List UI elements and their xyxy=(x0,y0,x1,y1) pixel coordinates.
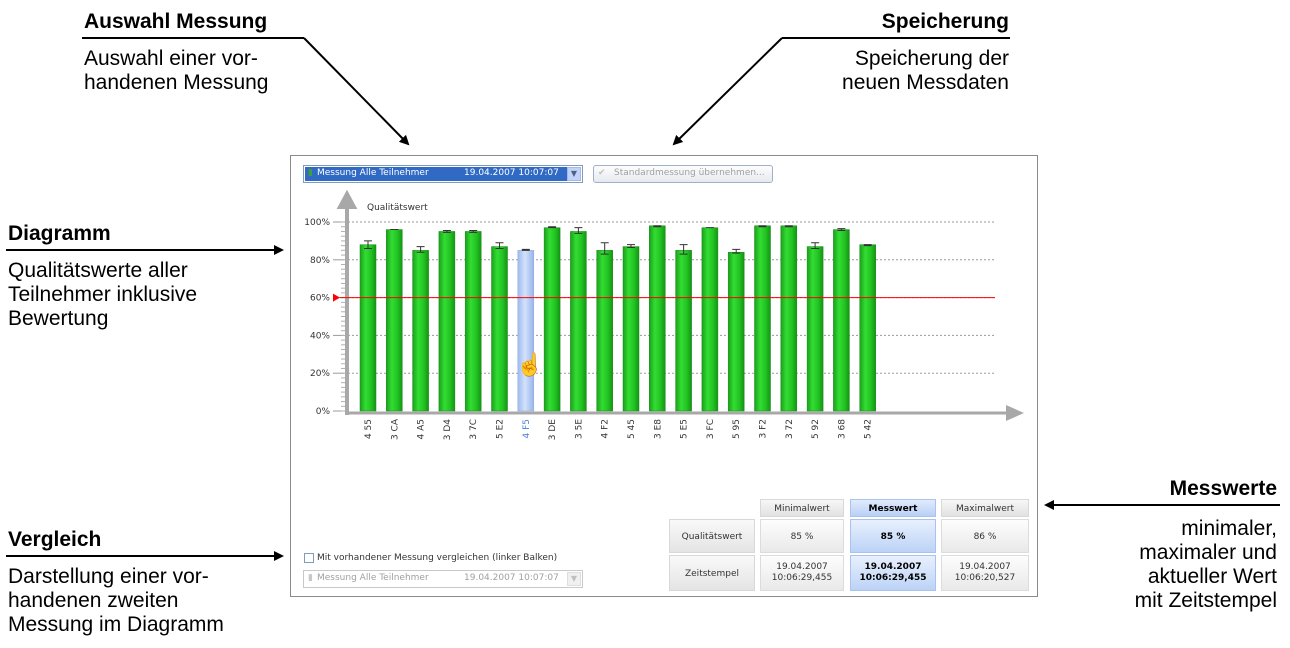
arrow-auswahl xyxy=(303,37,410,146)
arrow-speicherung xyxy=(672,37,783,146)
annotation-arrows xyxy=(196,37,1120,561)
